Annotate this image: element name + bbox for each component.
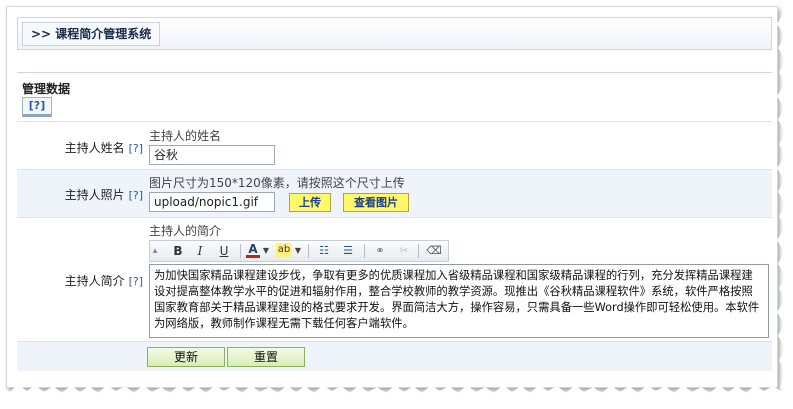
numbered-list-icon[interactable]: ☷ <box>316 243 332 259</box>
host-name-input[interactable]: 谷秋 <box>149 145 275 165</box>
host-photo-label: 主持人照片 [?] <box>17 186 143 203</box>
section-help-button[interactable]: [?] <box>22 97 52 117</box>
update-button[interactable]: 更新 <box>147 347 225 367</box>
host-photo-help-link[interactable]: [?] <box>129 189 143 202</box>
title-bar: >> 课程简介管理系统 <box>17 17 772 50</box>
section-header: 管理数据 [?] <box>17 73 772 121</box>
host-name-help-link[interactable]: [?] <box>129 142 143 155</box>
font-color-dropdown-icon[interactable]: ▼ <box>262 243 270 259</box>
intro-content-area[interactable]: 为加快国家精品课程建设步伐，争取有更多的优质课程加入省级精品课程和国家级精品课程… <box>149 264 769 338</box>
row-host-photo: 主持人照片 [?] 图片尺寸为150*120像素，请按照这个尺寸上传 upload… <box>17 169 772 217</box>
highlight-dropdown-icon[interactable]: ▼ <box>294 243 302 259</box>
host-name-hint: 主持人的姓名 <box>149 129 222 143</box>
row-host-intro: 主持人简介 [?] 主持人的简介 ▴ B I U A ▼ ab ▼ ☷ ☰ ⚭ ✂… <box>17 217 772 341</box>
rich-text-editor: ▴ B I U A ▼ ab ▼ ☷ ☰ ⚭ ✂ ⌫ 为加快国家精品课程建设步伐… <box>149 240 769 338</box>
host-photo-path-input[interactable]: upload/nopic1.gif <box>149 192 275 212</box>
host-intro-help-link[interactable]: [?] <box>129 275 143 288</box>
page-title: >> 课程简介管理系统 <box>22 22 161 46</box>
host-name-label-text: 主持人姓名 <box>64 141 125 155</box>
toolbar-grip-icon: ▴ <box>152 246 158 256</box>
host-photo-hint: 图片尺寸为150*120像素，请按照这个尺寸上传 <box>149 176 405 190</box>
toolbar-separator <box>308 244 309 258</box>
toolbar-separator <box>418 244 419 258</box>
host-intro-label: 主持人简介 [?] <box>17 272 143 289</box>
bold-button[interactable]: B <box>170 243 186 259</box>
host-photo-label-text: 主持人照片 <box>64 188 125 202</box>
underline-button[interactable]: U <box>216 243 232 259</box>
host-name-label: 主持人姓名 [?] <box>17 139 143 156</box>
upload-button[interactable]: 上传 <box>289 193 331 212</box>
view-image-button[interactable]: 查看图片 <box>343 193 409 212</box>
toolbar-separator <box>240 244 241 258</box>
reset-button[interactable]: 重置 <box>227 347 305 367</box>
italic-button[interactable]: I <box>192 243 208 259</box>
host-intro-label-text: 主持人简介 <box>64 274 125 288</box>
section-title: 管理数据 <box>22 82 71 96</box>
row-host-name: 主持人姓名 [?] 主持人的姓名 谷秋 <box>17 121 772 169</box>
host-intro-hint: 主持人的简介 <box>149 224 222 238</box>
bulleted-list-icon[interactable]: ☰ <box>340 243 356 259</box>
unlink-icon[interactable]: ✂ <box>396 243 412 259</box>
row-actions: 更新 重置 <box>17 341 772 371</box>
font-color-button[interactable]: A <box>246 243 260 258</box>
link-icon[interactable]: ⚭ <box>372 243 388 259</box>
highlight-button[interactable]: ab <box>276 243 292 257</box>
editor-toolbar: ▴ B I U A ▼ ab ▼ ☷ ☰ ⚭ ✂ ⌫ <box>149 240 449 262</box>
eraser-icon[interactable]: ⌫ <box>426 243 442 259</box>
manage-data-section: 管理数据 [?] 主持人姓名 [?] 主持人的姓名 谷秋 主持人照片 [?] 图片尺… <box>17 72 772 372</box>
toolbar-separator <box>364 244 365 258</box>
